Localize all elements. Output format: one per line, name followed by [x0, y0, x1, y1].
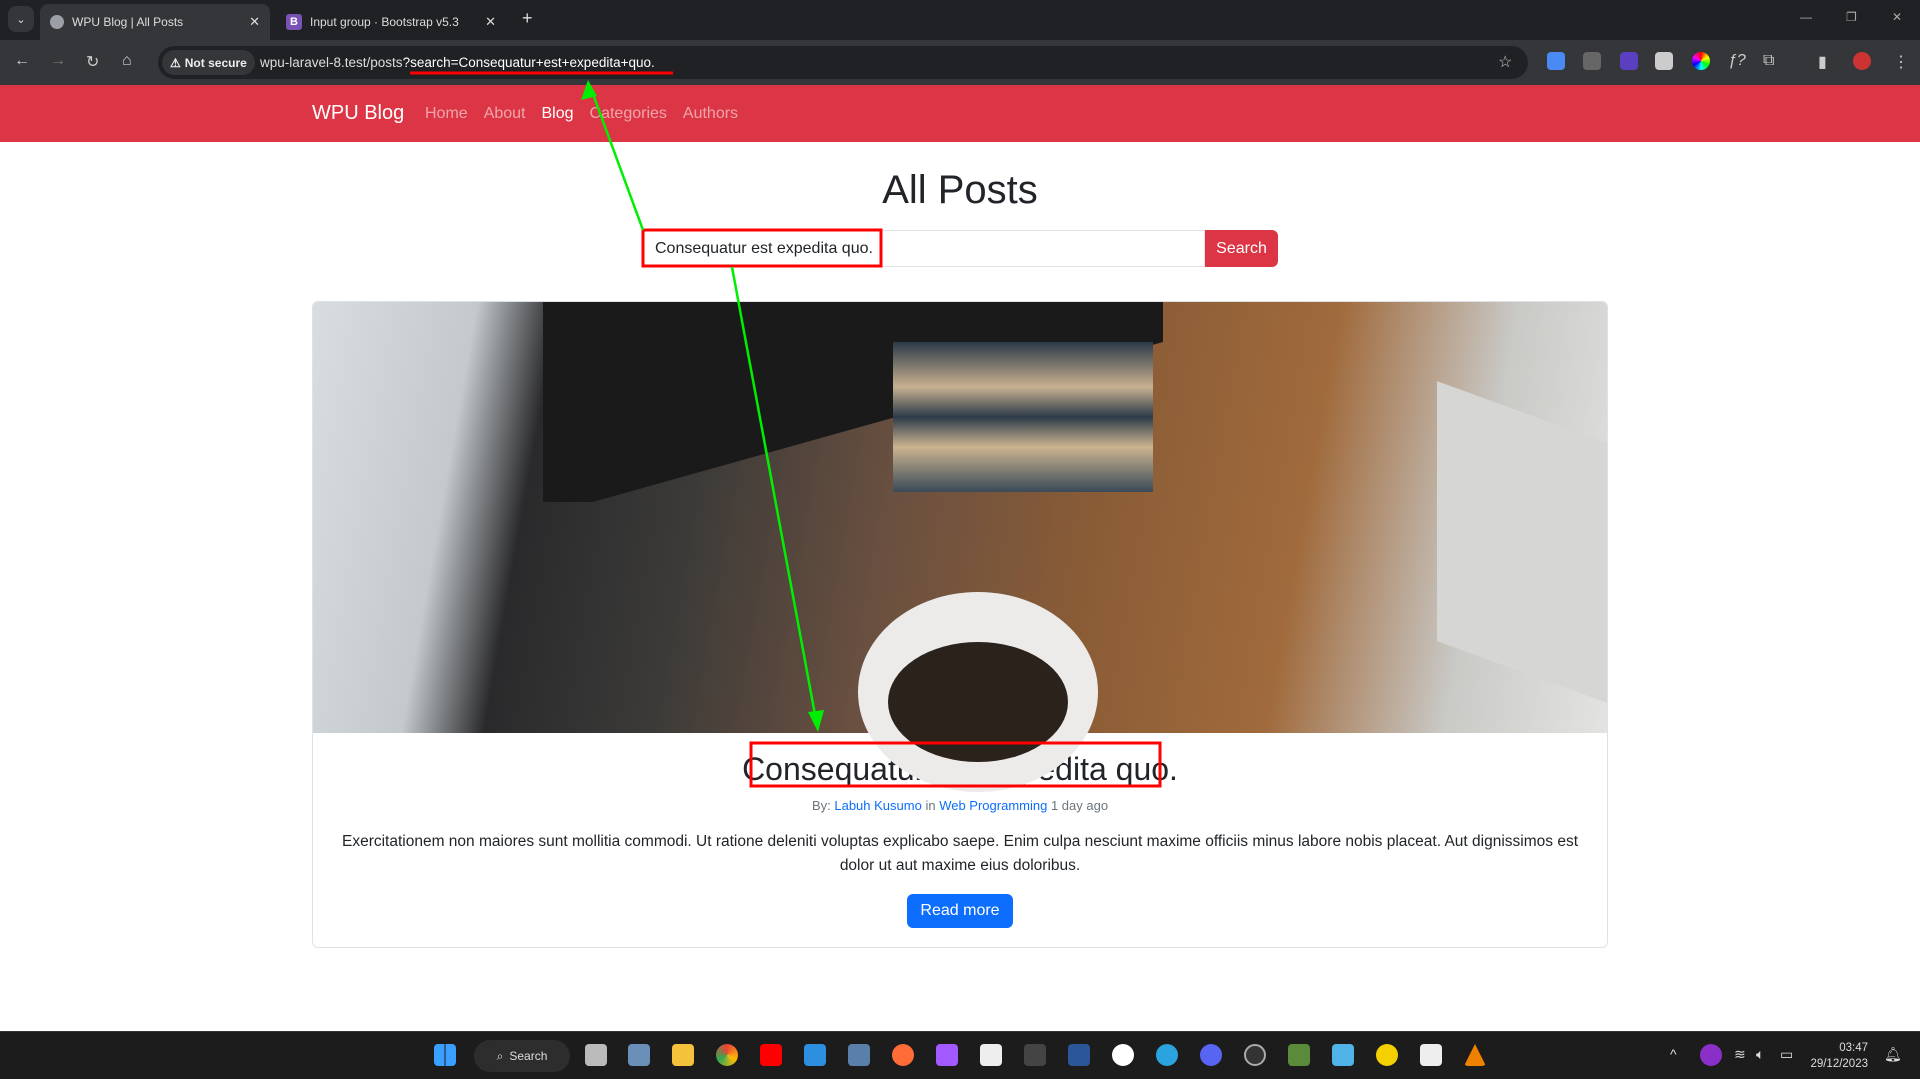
nav-home[interactable]: Home [425, 105, 468, 123]
nav-links: Home About Blog Categories Authors [425, 105, 738, 123]
url-query: ?search=Consequatur+est+expedita+quo. [402, 55, 655, 70]
notion-icon[interactable] [1420, 1044, 1442, 1066]
side-panel-icon[interactable]: ▮ [1818, 52, 1827, 72]
taskbar-search[interactable]: ⌕ Search [474, 1040, 570, 1072]
obs-icon[interactable] [1244, 1044, 1266, 1066]
url-base: wpu-laravel-8.test/posts [260, 55, 403, 70]
telegram-icon[interactable] [1156, 1044, 1178, 1066]
word-icon[interactable] [1068, 1044, 1090, 1066]
extensions-puzzle-icon[interactable]: ⧉ [1763, 52, 1774, 70]
clock-time: 03:47 [1839, 1042, 1868, 1054]
read-more-button[interactable]: Read more [907, 894, 1013, 928]
notepad-icon[interactable] [1332, 1044, 1354, 1066]
volume-icon[interactable]: 🔈︎ [1756, 1046, 1764, 1063]
site-navbar: WPU Blog Home About Blog Categories Auth… [0, 85, 1920, 142]
category-link[interactable]: Web Programming [939, 798, 1047, 813]
in-label: in [925, 798, 936, 813]
restore-button[interactable]: ❐ [1846, 10, 1857, 24]
windows-taskbar: ⌕ Search ^ ≋ 🔈︎ ▭ 03:47 29/12/2023 🔔︎ [0, 1031, 1920, 1079]
tray-app-icon[interactable] [1700, 1044, 1722, 1066]
post-time: 1 day ago [1050, 798, 1109, 813]
search-input[interactable] [642, 230, 1205, 267]
post-image [313, 302, 1607, 792]
menu-kebab-icon[interactable]: ⋮ [1893, 52, 1909, 72]
security-chip[interactable]: ⚠ Not secure [162, 50, 255, 75]
extension-icon[interactable] [1655, 52, 1673, 70]
photo-cup [858, 592, 1098, 792]
whatsapp-icon[interactable] [1112, 1044, 1134, 1066]
app-icon[interactable] [628, 1044, 650, 1066]
close-tab-icon[interactable]: ✕ [485, 14, 496, 30]
start-icon[interactable] [434, 1044, 456, 1066]
new-tab-button[interactable]: + [522, 8, 533, 29]
postman-icon[interactable] [892, 1044, 914, 1066]
tab-wpu-blog[interactable]: WPU Blog | All Posts ✕ [40, 4, 270, 40]
reload-icon[interactable]: ↻ [86, 52, 99, 72]
clock-date: 29/12/2023 [1810, 1058, 1868, 1070]
extension-icon[interactable] [1547, 52, 1565, 70]
extension-icon[interactable] [1583, 52, 1601, 70]
search-button[interactable]: Search [1205, 230, 1278, 267]
tab-title: WPU Blog | All Posts [72, 15, 184, 29]
bootstrap-icon: B [286, 14, 302, 30]
taskbar-search-label: Search [509, 1049, 548, 1063]
discord-icon[interactable] [1200, 1044, 1222, 1066]
brand-logo[interactable]: WPU Blog [312, 102, 404, 125]
photo-books [893, 342, 1153, 492]
forward-icon[interactable]: → [50, 52, 66, 70]
browser-tab-bar: ⌄ WPU Blog | All Posts ✕ B Input group ·… [0, 0, 1920, 40]
globe-icon [50, 15, 64, 29]
task-view-icon[interactable] [585, 1044, 607, 1066]
nav-categories[interactable]: Categories [590, 105, 667, 123]
post-meta: By: Labuh Kusumo in Web Programming 1 da… [313, 798, 1607, 813]
tab-search-button[interactable]: ⌄ [8, 6, 34, 32]
close-tab-icon[interactable]: ✕ [249, 14, 260, 30]
tab-bootstrap[interactable]: B Input group · Bootstrap v5.3 ✕ [276, 4, 506, 40]
author-link[interactable]: Labuh Kusumo [834, 798, 921, 813]
profile-avatar[interactable] [1853, 52, 1871, 70]
by-label: By: [811, 798, 831, 813]
youtube-icon[interactable] [760, 1044, 782, 1066]
postgres-icon[interactable] [848, 1044, 870, 1066]
battery-icon[interactable]: ▭ [1780, 1046, 1793, 1063]
tray-chevron-icon[interactable]: ^ [1670, 1046, 1677, 1062]
nav-about[interactable]: About [484, 105, 526, 123]
nav-authors[interactable]: Authors [683, 105, 738, 123]
figma-icon[interactable] [936, 1044, 958, 1066]
extension-icon[interactable] [1620, 52, 1638, 70]
back-icon[interactable]: ← [14, 52, 30, 70]
chrome-icon[interactable] [716, 1044, 738, 1066]
page-title: All Posts [882, 168, 1038, 212]
notification-bell-icon[interactable]: 🔔︎ [1884, 1046, 1902, 1063]
tab-title: Input group · Bootstrap v5.3 [310, 15, 459, 29]
photo-keyboard [1437, 381, 1607, 703]
bookmark-star-icon[interactable]: ☆ [1498, 52, 1512, 72]
post-excerpt: Exercitationem non maiores sunt mollitia… [341, 833, 1578, 874]
tree-app-icon[interactable] [1288, 1044, 1310, 1066]
font-icon[interactable]: ƒ? [1728, 52, 1746, 70]
app-icon[interactable] [1376, 1044, 1398, 1066]
color-picker-icon[interactable] [1692, 52, 1710, 70]
clock[interactable]: 03:47 29/12/2023 [1810, 1040, 1868, 1072]
nav-blog[interactable]: Blog [542, 105, 574, 123]
url-text[interactable]: wpu-laravel-8.test/posts?search=Consequa… [260, 55, 655, 70]
post-card: Consequatur est expedita quo. By: Labuh … [312, 301, 1608, 948]
search-icon: ⌕ [496, 1048, 504, 1063]
close-window-button[interactable]: ✕ [1892, 10, 1902, 24]
terminal-icon[interactable] [1024, 1044, 1046, 1066]
search-form: Search [642, 230, 1278, 267]
security-label: Not secure [184, 55, 247, 70]
file-explorer-icon[interactable] [672, 1044, 694, 1066]
warning-icon: ⚠ [170, 55, 181, 70]
vlc-icon[interactable] [1464, 1044, 1486, 1066]
minimize-button[interactable]: — [1800, 10, 1812, 24]
wifi-icon[interactable]: ≋ [1734, 1046, 1746, 1063]
home-icon[interactable]: ⌂ [122, 52, 132, 70]
vscode-icon[interactable] [804, 1044, 826, 1066]
notion-icon[interactable] [980, 1044, 1002, 1066]
